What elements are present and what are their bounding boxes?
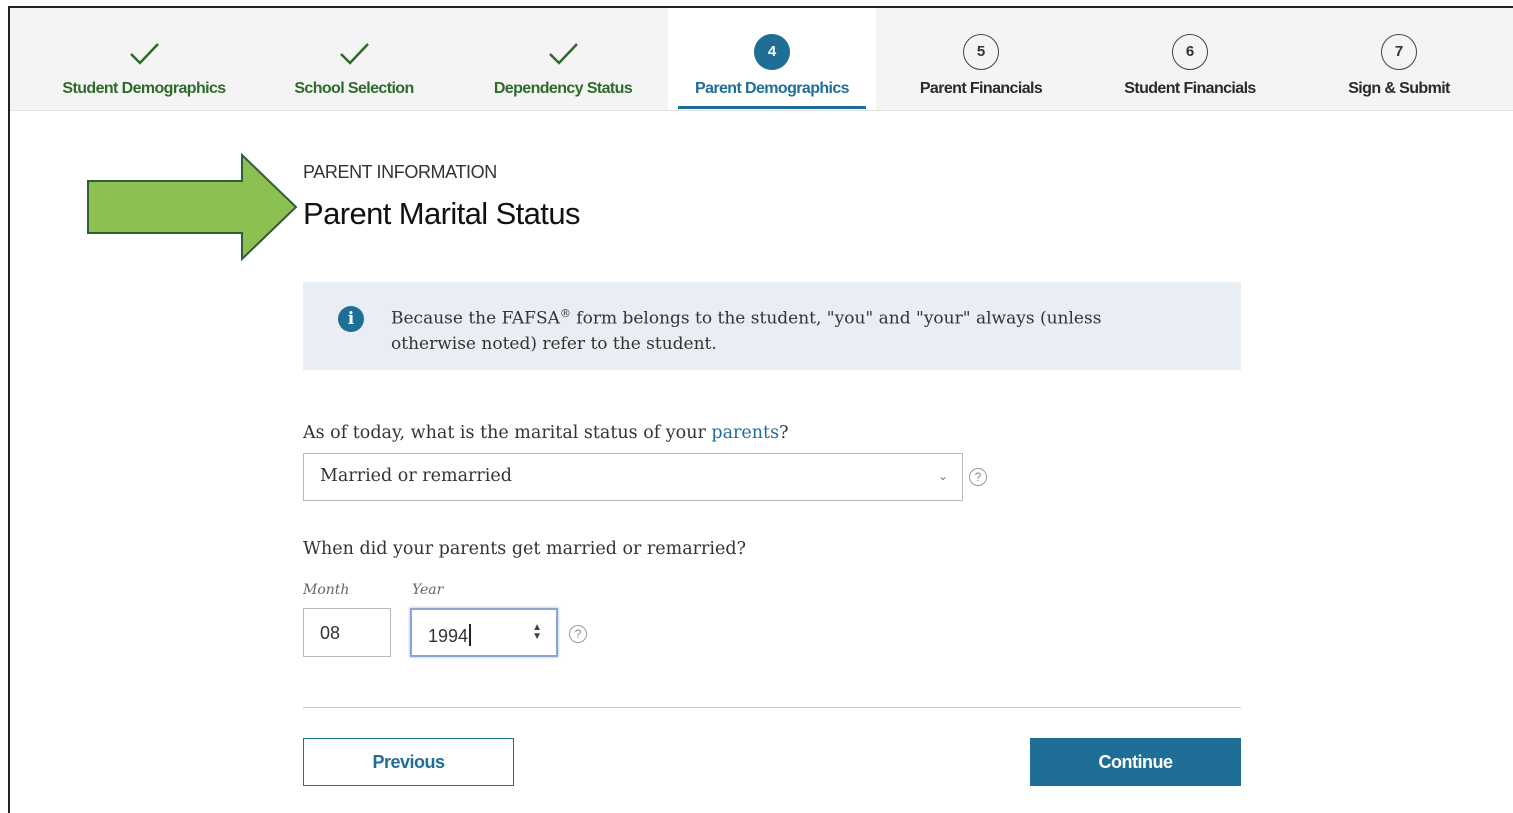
parents-definition-link[interactable]: parents — [711, 423, 779, 443]
month-value: 08 — [320, 623, 341, 643]
help-icon[interactable]: ? — [969, 468, 987, 486]
continue-button[interactable]: Continue — [1030, 738, 1241, 786]
step-label: Student Demographics — [62, 80, 226, 97]
step-label: Student Financials — [1124, 80, 1256, 97]
month-label: Month — [303, 582, 350, 598]
info-alert: i Because the FAFSA® form belongs to the… — [303, 282, 1241, 370]
previous-button[interactable]: Previous — [303, 738, 514, 786]
info-icon: i — [338, 306, 364, 332]
step-label: School Selection — [294, 80, 414, 97]
checkmark-icon — [130, 43, 159, 65]
step-sign-submit[interactable]: 7 Sign & Submit — [1295, 8, 1503, 110]
year-value: 1994 — [428, 624, 471, 647]
active-step-underline — [678, 106, 866, 109]
green-arrow-annotation — [87, 153, 298, 261]
step-dependency-status[interactable]: Dependency Status — [459, 8, 667, 110]
page-title: Parent Marital Status — [303, 196, 580, 231]
step-label: Parent Financials — [919, 80, 1043, 97]
progress-stepper: Student Demographics School Selection De… — [10, 8, 1513, 111]
step-student-financials[interactable]: 6 Student Financials — [1086, 8, 1294, 110]
step-number-badge: 7 — [1381, 34, 1417, 70]
chevron-down-icon: ⌄ — [937, 469, 948, 483]
spinner-arrows-icon[interactable]: ▲ ▼ — [532, 623, 542, 642]
marital-status-select[interactable]: Married or remarried ⌄ — [303, 453, 963, 501]
step-label: Sign & Submit — [1348, 80, 1450, 97]
step-number-badge: 6 — [1172, 34, 1208, 70]
info-text-part: Because the FAFSA — [391, 308, 560, 329]
marriage-date-question: When did your parents get married or rem… — [303, 539, 746, 559]
step-parent-demographics[interactable]: 4 Parent Demographics — [668, 8, 876, 110]
selected-value: Married or remarried — [320, 466, 512, 486]
marital-status-question: As of today, what is the marital status … — [303, 423, 788, 443]
checkmark-icon — [340, 43, 369, 65]
month-input[interactable]: 08 — [303, 608, 391, 657]
step-number-badge: 5 — [963, 34, 999, 70]
step-school-selection[interactable]: School Selection — [250, 8, 458, 110]
info-text: Because the FAFSA® form belongs to the s… — [391, 301, 1191, 357]
step-label: Dependency Status — [493, 80, 633, 97]
window-frame — [8, 6, 1513, 813]
year-text: 1994 — [428, 626, 469, 646]
help-icon[interactable]: ? — [569, 625, 587, 643]
form-divider — [303, 707, 1241, 708]
step-label: Parent Demographics — [695, 80, 850, 97]
step-parent-financials[interactable]: 5 Parent Financials — [877, 8, 1085, 110]
step-number-badge: 4 — [754, 34, 790, 70]
question-text: As of today, what is the marital status … — [303, 423, 712, 443]
checkmark-icon — [549, 43, 578, 65]
text-caret — [469, 624, 471, 646]
year-input[interactable]: 1994 ▲ ▼ — [410, 608, 558, 657]
question-text: ? — [779, 423, 789, 443]
registered-mark: ® — [559, 307, 571, 320]
year-label: Year — [412, 582, 444, 598]
step-student-demographics[interactable]: Student Demographics — [40, 8, 248, 110]
section-eyebrow: PARENT INFORMATION — [303, 162, 497, 182]
